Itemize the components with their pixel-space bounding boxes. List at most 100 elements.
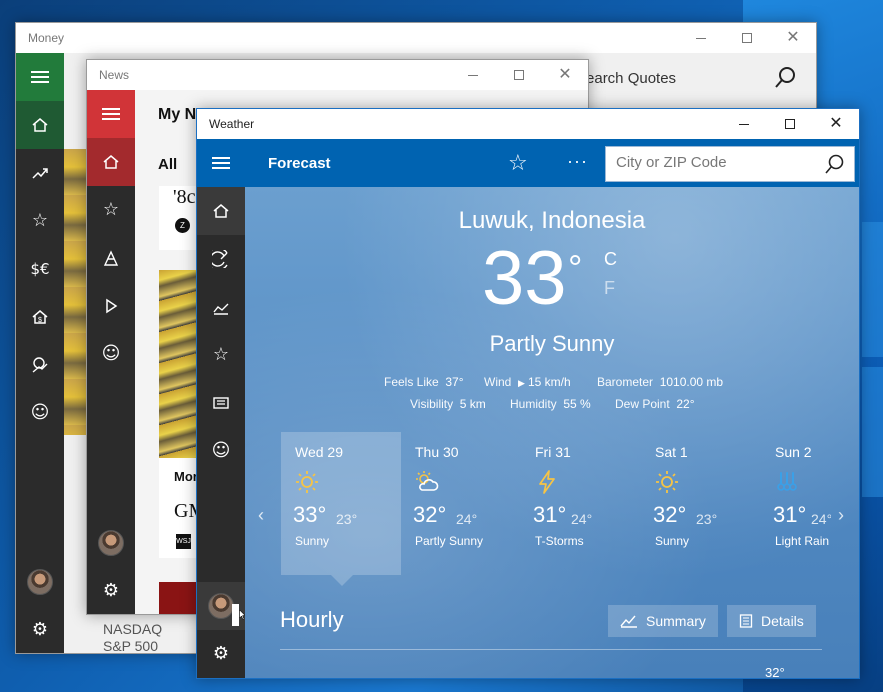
summary-button[interactable]: Summary	[608, 605, 718, 637]
maximize-icon	[514, 70, 524, 80]
mouse-cursor-icon	[232, 604, 246, 626]
details-button-label: Details	[761, 613, 804, 629]
day-condition: Light Rain	[775, 534, 830, 548]
interests-icon: ☆	[102, 199, 120, 220]
money-watchlist-button[interactable]: ☆	[16, 197, 64, 245]
weather-places-button[interactable]: ☆	[197, 331, 245, 379]
degree-symbol: °	[568, 247, 583, 288]
feedback-icon: ☺	[211, 440, 231, 461]
chevron-left-icon[interactable]: ‹	[258, 505, 264, 526]
news-card[interactable]: '8c Z	[159, 186, 199, 250]
day-forecast-card[interactable]: Sun 2 31° 24° Light Rain	[761, 432, 831, 575]
details-button[interactable]: Details	[727, 605, 816, 637]
money-currencies-button[interactable]: $€	[16, 245, 64, 293]
money-ticker-list: NASDAQ S&P 500	[103, 621, 162, 653]
close-button[interactable]: ✕	[770, 23, 816, 53]
day-name: Thu 30	[415, 444, 459, 460]
detail-value: 22°	[676, 397, 695, 411]
money-home-button[interactable]	[16, 101, 64, 149]
city-search-box[interactable]	[605, 146, 855, 182]
day-low-temp: 24°	[456, 511, 478, 527]
weather-historical-button[interactable]	[197, 283, 245, 331]
money-window-title: Money	[28, 31, 65, 45]
minimize-button[interactable]	[678, 23, 724, 53]
news-video-button[interactable]	[87, 282, 135, 330]
menu-icon	[31, 71, 49, 83]
detail-value: 37°	[445, 375, 464, 389]
news-local-button[interactable]	[87, 234, 135, 282]
day-high-temp: 31°	[773, 502, 807, 527]
day-forecast-card[interactable]: Thu 30 32° 24° Partly Sunny	[401, 432, 521, 575]
city-search-input[interactable]	[616, 154, 816, 171]
weather-feedback-button[interactable]: ☺	[197, 427, 245, 475]
maximize-button[interactable]	[767, 109, 813, 139]
minimize-button[interactable]	[450, 60, 496, 90]
news-card-image[interactable]	[159, 270, 199, 458]
tab-all[interactable]: All	[158, 156, 177, 173]
day-forecast-card[interactable]: Wed 29 33° 23° Sunny	[281, 432, 401, 586]
news-page-title: My N	[158, 106, 197, 123]
money-titlebar: Money ✕	[16, 23, 816, 53]
watchlist-icon: ☆	[31, 210, 49, 231]
visibility-detail: Visibility 5 km	[410, 397, 486, 411]
news-home-button[interactable]	[87, 138, 135, 186]
money-world-markets-button[interactable]	[16, 341, 64, 389]
maximize-button[interactable]	[496, 60, 542, 90]
menu-icon	[102, 108, 120, 120]
detail-label: Visibility	[410, 397, 454, 411]
day-high-temp: 31°	[533, 502, 567, 527]
lightning-icon	[539, 470, 555, 494]
news-settings-button[interactable]: ⚙	[87, 567, 135, 614]
more-options-icon[interactable]: ···	[567, 151, 588, 172]
news-interests-button[interactable]: ☆	[87, 186, 135, 234]
close-icon: ✕	[786, 29, 800, 46]
day-name: Wed 29	[295, 444, 343, 460]
ticker-item[interactable]: S&P 500	[103, 638, 162, 653]
money-mortgage-button[interactable]: $	[16, 293, 64, 341]
money-search-box[interactable]: Search Quotes	[566, 63, 804, 95]
news-account-button[interactable]	[87, 519, 135, 567]
news-feedback-button[interactable]: ☺	[87, 330, 135, 378]
trend-icon	[32, 168, 48, 179]
day-condition: T-Storms	[535, 534, 584, 548]
close-button[interactable]: ✕	[813, 109, 859, 139]
news-card-image[interactable]	[159, 582, 199, 614]
money-feedback-button[interactable]: ☺	[16, 389, 64, 437]
search-icon[interactable]	[772, 65, 798, 91]
money-menu-button[interactable]	[16, 53, 64, 101]
unit-celsius-toggle[interactable]: C	[604, 249, 617, 270]
chevron-right-icon[interactable]: ›	[838, 505, 844, 526]
page-title: Forecast	[268, 155, 331, 172]
maximize-button[interactable]	[724, 23, 770, 53]
sun-icon	[656, 471, 678, 493]
news-window-controls: ✕	[450, 60, 588, 90]
search-icon[interactable]	[822, 153, 846, 177]
weather-header: Forecast ☆ ···	[245, 139, 859, 187]
money-account-button[interactable]	[16, 558, 64, 606]
desktop-tile	[862, 367, 883, 497]
weather-news-button[interactable]	[197, 379, 245, 427]
detail-value: 55 %	[563, 397, 591, 411]
weather-maps-button[interactable]	[197, 235, 245, 283]
local-icon	[103, 250, 119, 266]
news-menu-button[interactable]	[87, 90, 135, 138]
chart-icon	[213, 303, 229, 315]
minimize-button[interactable]	[721, 109, 767, 139]
weather-settings-button[interactable]: ⚙	[197, 630, 245, 678]
day-forecast-card[interactable]: Sat 1 32° 23° Sunny	[641, 432, 761, 575]
money-markets-button[interactable]	[16, 149, 64, 197]
weather-forecast-button[interactable]	[197, 187, 245, 235]
wind-direction-icon: ▶	[518, 378, 525, 388]
close-button[interactable]: ✕	[542, 60, 588, 90]
ticker-item[interactable]: NASDAQ	[103, 621, 162, 638]
forecast-panel: Luwuk, Indonesia 33 ° C F Partly Sunny F…	[245, 187, 859, 678]
feels-like-detail: Feels Like 37°	[384, 375, 464, 389]
hourly-section-title: Hourly	[280, 607, 344, 632]
radar-icon	[212, 250, 228, 268]
favorite-star-icon[interactable]: ☆	[508, 150, 528, 176]
money-settings-button[interactable]: ⚙	[16, 606, 64, 653]
day-forecast-card[interactable]: Fri 31 31° 24° T-Storms	[521, 432, 641, 575]
unit-fahrenheit-toggle[interactable]: F	[604, 278, 615, 299]
weather-menu-button[interactable]	[197, 139, 245, 187]
location-name: Luwuk, Indonesia	[458, 207, 646, 234]
